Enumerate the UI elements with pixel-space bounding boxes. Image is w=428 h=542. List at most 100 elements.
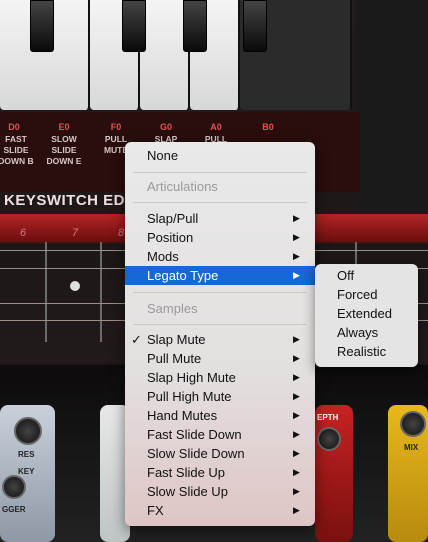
keyswitch-note[interactable]: F0 <box>96 122 136 132</box>
menu-item-label: Pull Mute <box>147 351 202 366</box>
menu-separator <box>133 202 307 203</box>
menu-item-sample[interactable]: Fast Slide Down ▶ <box>125 425 315 444</box>
black-key[interactable] <box>122 0 146 52</box>
menu-header-label: Articulations <box>147 179 218 194</box>
submenu-arrow-icon: ▶ <box>293 448 300 458</box>
menu-item-legato-type[interactable]: Legato Type ▶ <box>125 266 315 285</box>
submenu-arrow-icon: ▶ <box>293 391 300 401</box>
keyswitch-articulation: SLOW SLIDE DOWN E <box>42 134 86 167</box>
pedal-label: MIX <box>404 443 419 452</box>
keyswitch-note[interactable]: D0 <box>0 122 34 132</box>
submenu-arrow-icon: ▶ <box>293 353 300 363</box>
legato-type-submenu: Off Forced Extended Always Realistic <box>315 264 418 367</box>
menu-item-sample[interactable]: Pull Mute ▶ <box>125 349 315 368</box>
submenu-arrow-icon: ▶ <box>293 213 300 223</box>
articulation-context-menu: None Articulations Slap/Pull ▶ Position … <box>125 142 315 526</box>
menu-item-label: Slap High Mute <box>147 370 236 385</box>
keyswitch-sub-line: DOWN E <box>46 156 82 166</box>
keyswitch-sub-line: SLIDE <box>3 145 29 155</box>
right-panel <box>355 0 428 230</box>
menu-item-label: Mods <box>147 249 179 264</box>
fret <box>100 242 102 342</box>
menu-item-mods[interactable]: Mods ▶ <box>125 247 315 266</box>
fret-number: 6 <box>20 227 27 239</box>
menu-item-label: Fast Slide Down <box>147 427 242 442</box>
black-key[interactable] <box>183 0 207 52</box>
submenu-item-label: Extended <box>337 306 392 321</box>
submenu-arrow-icon: ▶ <box>293 334 300 344</box>
submenu-arrow-icon: ▶ <box>293 232 300 242</box>
menu-item-label: Position <box>147 230 194 245</box>
menu-separator <box>133 324 307 325</box>
keyswitch-note[interactable]: B0 <box>248 122 288 132</box>
knob[interactable] <box>317 427 341 451</box>
menu-item-label: Slap/Pull <box>147 211 199 226</box>
submenu-item[interactable]: Realistic <box>315 342 418 361</box>
menu-header-label: Samples <box>147 301 198 316</box>
knob[interactable] <box>2 475 26 499</box>
submenu-item[interactable]: Forced <box>315 285 418 304</box>
fret-marker <box>70 281 80 291</box>
submenu-item[interactable]: Always <box>315 323 418 342</box>
knob[interactable] <box>400 411 426 437</box>
submenu-item[interactable]: Extended <box>315 304 418 323</box>
menu-item-sample[interactable]: Fast Slide Up ▶ <box>125 463 315 482</box>
pedal-label: KEY <box>18 467 35 476</box>
keyswitch-sub-line: DOWN B <box>0 156 34 166</box>
submenu-arrow-icon: ▶ <box>293 486 300 496</box>
menu-item-label: Slow Slide Up <box>147 484 228 499</box>
fret-number: 7 <box>72 227 79 239</box>
menu-item-sample[interactable]: Hand Mutes ▶ <box>125 406 315 425</box>
submenu-arrow-icon: ▶ <box>293 429 300 439</box>
menu-item-label: None <box>147 148 179 163</box>
menu-separator <box>133 172 307 173</box>
submenu-arrow-icon: ▶ <box>293 410 300 420</box>
submenu-arrow-icon: ▶ <box>293 467 300 477</box>
menu-item-sample[interactable]: Pull High Mute ▶ <box>125 387 315 406</box>
submenu-item-label: Forced <box>337 287 378 302</box>
submenu-arrow-icon: ▶ <box>293 251 300 261</box>
black-key[interactable] <box>243 0 267 52</box>
pedal-label: GGER <box>2 505 26 514</box>
menu-item-position[interactable]: Position ▶ <box>125 228 315 247</box>
menu-item-label: Slap Mute <box>147 332 206 347</box>
keyswitch-note[interactable]: G0 <box>146 122 186 132</box>
menu-item-label: Legato Type <box>147 268 219 283</box>
menu-item-none[interactable]: None <box>125 146 315 165</box>
menu-header-samples: Samples <box>125 299 315 318</box>
submenu-item[interactable]: Off <box>315 266 418 285</box>
pedal-label: EPTH <box>317 413 339 422</box>
submenu-item-label: Off <box>337 268 355 283</box>
keyswitch-sub-line: SLOW <box>51 134 77 144</box>
keyswitch-note[interactable]: A0 <box>196 122 236 132</box>
pedal-label: RES <box>18 450 35 459</box>
keyswitch-sub-line: SLIDE <box>51 145 77 155</box>
menu-item-sample[interactable]: Slow Slide Down ▶ <box>125 444 315 463</box>
fret <box>45 242 47 342</box>
menu-item-sample[interactable]: Slow Slide Up ▶ <box>125 482 315 501</box>
menu-item-label: Pull High Mute <box>147 389 232 404</box>
menu-item-slap-pull[interactable]: Slap/Pull ▶ <box>125 209 315 228</box>
submenu-arrow-icon: ▶ <box>293 270 300 280</box>
menu-item-label: Hand Mutes <box>147 408 218 423</box>
submenu-arrow-icon: ▶ <box>293 372 300 382</box>
menu-item-label: FX <box>147 503 164 518</box>
checkmark-icon: ✓ <box>131 332 142 347</box>
pedal-red[interactable]: EPTH <box>315 405 353 542</box>
pedal-left[interactable]: RES KEY GGER <box>0 405 55 542</box>
menu-item-sample[interactable]: FX ▶ <box>125 501 315 520</box>
submenu-item-label: Always <box>337 325 379 340</box>
menu-separator <box>133 292 307 293</box>
black-key[interactable] <box>30 0 54 52</box>
keyswitch-sub-line: FAST <box>5 134 27 144</box>
menu-item-sample[interactable]: ✓ Slap Mute ▶ <box>125 330 315 349</box>
menu-item-label: Fast Slide Up <box>147 465 226 480</box>
keyswitch-articulation: FAST SLIDE DOWN B <box>0 134 38 167</box>
menu-item-sample[interactable]: Slap High Mute ▶ <box>125 368 315 387</box>
submenu-arrow-icon: ▶ <box>293 505 300 515</box>
pedal-yellow[interactable]: MIX <box>388 405 428 542</box>
menu-item-label: Slow Slide Down <box>147 446 245 461</box>
keyswitch-note[interactable]: E0 <box>44 122 84 132</box>
menu-header-articulations: Articulations <box>125 177 315 196</box>
knob[interactable] <box>14 417 42 445</box>
